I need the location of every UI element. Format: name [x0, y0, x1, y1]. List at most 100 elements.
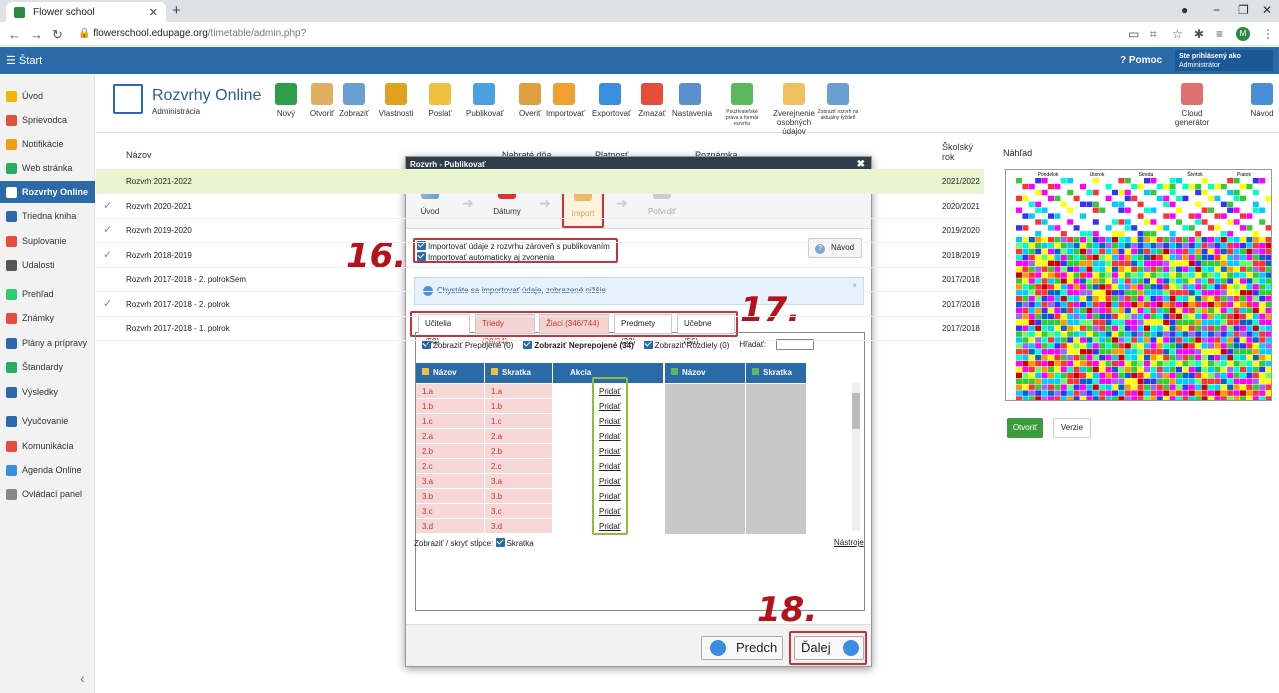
sidebar-item[interactable]: Vyučovanie [0, 410, 95, 432]
sidebar-item[interactable]: Web stránka [0, 157, 95, 179]
close-tab-icon[interactable]: ✕ [149, 6, 158, 19]
grid-target-name-cell[interactable] [665, 519, 745, 534]
table-row[interactable]: ✓ Rozvrh 2018-2019 2018/2019 [96, 243, 984, 268]
toolbar-button[interactable]: Zobraziť rozvrh na aktuálny týždeň [816, 83, 860, 121]
grid-target-short-cell[interactable] [746, 384, 806, 399]
toolbar-button[interactable]: Zobraziť [336, 83, 372, 118]
sidebar-item[interactable]: Komunikácia [0, 435, 95, 457]
show-unlinked-checkbox[interactable]: Zobraziť Neprepojené (34) [523, 339, 634, 350]
maximize-icon[interactable]: ❐ [1238, 3, 1249, 17]
grid-target-name-cell[interactable] [665, 414, 745, 429]
toolbar-button[interactable]: Vlastnosti [378, 83, 414, 118]
minimize-icon[interactable]: − [1213, 3, 1220, 17]
open-button[interactable]: Otvoriť [1007, 418, 1043, 438]
prev-button[interactable]: Predch [701, 636, 783, 660]
grid-target-short-cell[interactable] [746, 504, 806, 519]
back-icon[interactable]: ← [8, 27, 21, 42]
star-icon[interactable]: ☆ [1172, 27, 1183, 41]
new-tab-icon[interactable]: + [172, 2, 181, 19]
preview-cell [1105, 313, 1112, 320]
col-year-header[interactable]: Školský rok [942, 142, 982, 162]
table-row[interactable]: Rozvrh 2021-2022 2021/2022 [96, 169, 984, 194]
table-row[interactable]: ✓ Rozvrh 2020-2021 2020/2021 [96, 194, 984, 219]
tools-link[interactable]: Nástroje [834, 538, 864, 547]
grid-target-short-cell[interactable] [746, 459, 806, 474]
toolbar-button[interactable]: Návod [1244, 83, 1279, 118]
toolbar-button[interactable]: Nový [268, 83, 304, 118]
reload-icon[interactable]: ↻ [52, 27, 63, 43]
preview-cell [1150, 225, 1157, 231]
grid-target-short-cell[interactable] [746, 474, 806, 489]
grid-target-name-cell[interactable] [665, 429, 745, 444]
sidebar-item[interactable]: Notifikácie [0, 133, 95, 155]
toolbar-button[interactable]: Exportovať [592, 83, 631, 118]
grid-target-name-cell[interactable] [665, 399, 745, 414]
table-row[interactable]: Rozvrh 2017-2018 - 2. polrokSem 2017/2018 [96, 267, 984, 292]
forward-icon[interactable]: → [30, 27, 43, 42]
checkbox-icon[interactable] [495, 538, 505, 547]
grid-header[interactable]: Skratka [746, 363, 806, 383]
extensions-icon[interactable]: ✱ [1194, 27, 1204, 41]
user-menu[interactable]: Ste prihlásený ako Administrátor [1175, 50, 1273, 71]
grid-target-short-cell[interactable] [746, 444, 806, 459]
toolbar-button[interactable]: Publikovať [466, 83, 504, 118]
grid-target-name-cell[interactable] [665, 384, 745, 399]
sidebar-item[interactable]: Triedna kniha [0, 205, 95, 227]
profile-dot-icon[interactable]: ● [1181, 3, 1188, 17]
grid-target-short-cell[interactable] [746, 414, 806, 429]
grid-header[interactable]: Názov [416, 363, 484, 383]
grid-target-short-cell[interactable] [746, 399, 806, 414]
toolbar-button[interactable]: Importovať [546, 83, 585, 118]
reading-list-icon[interactable]: ≡ [1216, 27, 1223, 41]
scrollbar[interactable] [852, 383, 860, 531]
sidebar-item[interactable]: Suplovanie [0, 230, 95, 252]
table-row[interactable]: Rozvrh 2017-2018 - 1. polrok 2017/2018 [96, 316, 984, 341]
sidebar-item[interactable]: Plány a prípravy [0, 332, 95, 354]
next-button[interactable]: Ďalej [794, 636, 864, 660]
toolbar-button[interactable]: Zverejnenie osobných údajov [766, 83, 822, 136]
toolbar-button[interactable]: Overiť [512, 83, 548, 118]
scrollbar-thumb[interactable] [852, 393, 860, 429]
sidebar-item[interactable]: Známky [0, 307, 95, 329]
qr-icon[interactable]: ⌗ [1150, 27, 1157, 42]
toolbar-button[interactable]: Používateľské práva a formát rozvrhu [720, 83, 764, 127]
toolbar-button[interactable]: Cloud generátor [1174, 83, 1210, 127]
table-row[interactable]: ✓ Rozvrh 2017-2018 - 2. polrok 2017/2018 [96, 292, 984, 317]
help-link[interactable]: ? Pomoc [1120, 55, 1162, 66]
grid-target-name-cell[interactable] [665, 444, 745, 459]
col-name-header[interactable]: Názov [126, 150, 152, 160]
cast-icon[interactable]: ▭ [1128, 27, 1139, 41]
sidebar-item[interactable]: Rozvrhy Online [0, 181, 95, 203]
sidebar-item[interactable]: Udalosti [0, 254, 95, 276]
grid-target-name-cell[interactable] [665, 504, 745, 519]
toolbar-button[interactable]: Poslať [422, 83, 458, 118]
grid-target-short-cell[interactable] [746, 519, 806, 534]
sidebar-item[interactable]: Výsledky [0, 381, 95, 403]
grid-target-short-cell[interactable] [746, 429, 806, 444]
sidebar-item[interactable]: Štandardy [0, 356, 95, 378]
collapse-sidebar-icon[interactable]: ‹ [80, 670, 85, 686]
grid-target-name-cell[interactable] [665, 489, 745, 504]
browser-tab[interactable]: Flower school ✕ [6, 2, 166, 22]
preview-cell [1246, 254, 1253, 261]
table-row[interactable]: ✓ Rozvrh 2019-2020 2019/2020 [96, 218, 984, 243]
sidebar-item[interactable]: Agenda Online [0, 459, 95, 481]
grid-target-short-cell[interactable] [746, 489, 806, 504]
versions-button[interactable]: Verzie [1053, 418, 1091, 438]
grid-target-name-cell[interactable] [665, 474, 745, 489]
start-menu[interactable]: ☰ Štart [6, 54, 42, 67]
grid-target-name-cell[interactable] [665, 459, 745, 474]
toolbar-button[interactable]: Zmazať [634, 83, 670, 118]
url-field[interactable]: 🔒 flowerschool.edupage.org/timetable/adm… [78, 28, 306, 39]
close-window-icon[interactable]: ✕ [1262, 3, 1272, 17]
menu-icon[interactable]: ⋮ [1262, 27, 1274, 41]
sidebar-item[interactable]: Sprievodca [0, 109, 95, 131]
grid-header[interactable]: Skratka [485, 363, 552, 383]
sidebar-item[interactable]: Úvod [0, 85, 95, 107]
grid-header[interactable]: Názov [665, 363, 745, 383]
avatar[interactable]: M [1236, 27, 1250, 41]
toolbar-button[interactable]: Otvoriť [304, 83, 340, 118]
sidebar-item[interactable]: Prehľad [0, 283, 95, 305]
sidebar-item[interactable]: Ovládací panel [0, 483, 95, 505]
toolbar-button[interactable]: Nastavenia [672, 83, 712, 118]
